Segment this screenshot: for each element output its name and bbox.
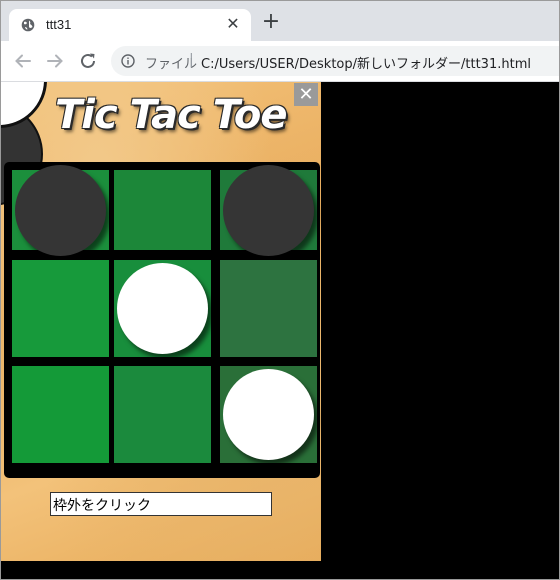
board-cell-2-2[interactable] xyxy=(220,366,317,463)
board-cell-2-1[interactable] xyxy=(114,366,211,463)
url-text[interactable]: C:/Users/USER/Desktop/新しいフォルダー/ttt31.htm… xyxy=(201,53,531,72)
info-icon[interactable] xyxy=(121,54,135,68)
white-piece xyxy=(117,263,208,354)
status-field: 枠外をクリック xyxy=(50,492,272,516)
forward-arrow-icon[interactable] xyxy=(45,51,65,71)
board-cell-1-2[interactable] xyxy=(220,260,317,357)
toolbar: ファイル | C:/Users/USER/Desktop/新しいフォルダー/tt… xyxy=(1,41,559,82)
board-cell-2-0[interactable] xyxy=(12,366,109,463)
board-cell-0-1[interactable] xyxy=(114,170,211,250)
close-button[interactable]: ✕ xyxy=(294,83,318,106)
dark-piece xyxy=(15,165,106,256)
reload-icon[interactable] xyxy=(78,51,98,71)
browser-window: ttt31 ✕ + ファイル | C:/Users/USER/Desktop/新… xyxy=(0,0,560,580)
dark-piece xyxy=(223,165,314,256)
new-tab-icon[interactable]: + xyxy=(261,11,281,33)
game-board xyxy=(4,162,320,478)
tab-ttt31[interactable]: ttt31 ✕ xyxy=(9,9,251,41)
status-text: 枠外をクリック xyxy=(53,498,151,514)
tab-close-icon[interactable]: ✕ xyxy=(225,16,241,32)
white-piece xyxy=(223,369,314,460)
board-cell-1-1[interactable] xyxy=(114,260,211,357)
game-panel: Tic Tac Toe ✕ 枠外をクリック xyxy=(1,82,321,561)
back-arrow-icon[interactable] xyxy=(13,51,33,71)
game-title: Tic Tac Toe xyxy=(55,92,288,138)
tab-strip: ttt31 ✕ + xyxy=(1,1,559,41)
globe-icon xyxy=(21,18,35,32)
board-cell-0-0[interactable] xyxy=(12,165,109,256)
board-cell-0-2[interactable] xyxy=(220,165,317,256)
tab-title: ttt31 xyxy=(46,17,72,32)
address-bar[interactable]: ファイル | C:/Users/USER/Desktop/新しいフォルダー/tt… xyxy=(111,46,559,76)
url-separator: | xyxy=(189,52,194,68)
board-cell-1-0[interactable] xyxy=(12,260,109,357)
